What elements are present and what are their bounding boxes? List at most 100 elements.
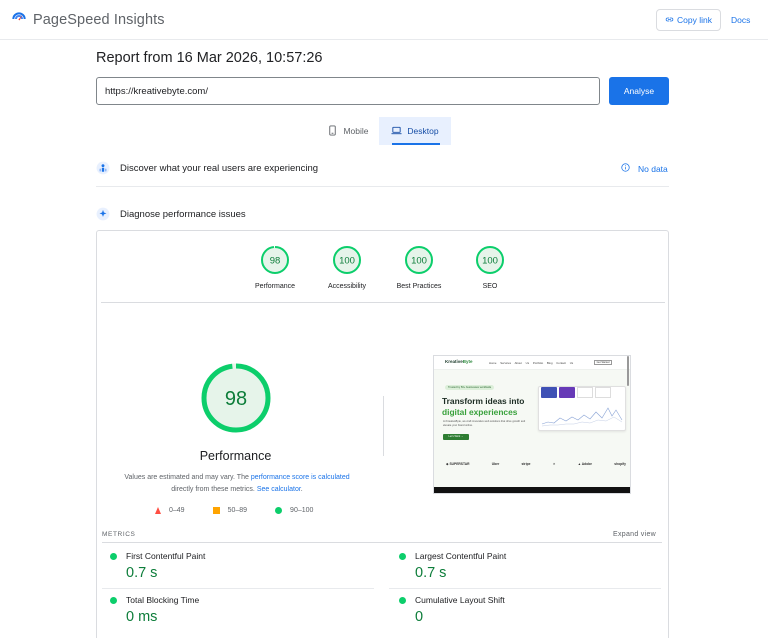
score-gauge-value: 100 <box>411 256 427 267</box>
no-data-info[interactable]: No data <box>621 163 668 174</box>
url-input[interactable] <box>96 77 600 105</box>
score-gauge-ring: 100 <box>405 246 433 274</box>
metric-value: 0 <box>415 609 424 625</box>
metric-name: First Contentful Paint <box>126 551 206 561</box>
fail-triangle-icon <box>155 507 161 514</box>
pass-circle-icon <box>399 597 406 604</box>
score-gauge-value: 98 <box>270 256 281 267</box>
lighthouse-report-card: 98 Performance 100 Accessibility 100 Best Pra… <box>96 230 669 638</box>
average-square-icon <box>212 507 220 514</box>
score-gauge-value: 100 <box>339 256 355 267</box>
score-gauge-value: 100 <box>482 256 498 267</box>
thumb-dashboard-card <box>559 387 575 398</box>
thumb-dashboard-chart <box>541 407 623 427</box>
score-gauge-label: Best Practices <box>396 283 442 290</box>
pass-circle-icon <box>110 553 117 560</box>
expand-view-toggle[interactable]: Expand view <box>613 531 656 538</box>
score-gauge-ring: 100 <box>333 246 361 274</box>
vertical-divider <box>383 396 384 456</box>
legend-average: 50–89 <box>212 507 248 514</box>
thumb-headline-1: Transform ideas into <box>442 396 525 406</box>
thumb-logo-main: Kreative <box>445 359 463 364</box>
link-icon <box>665 15 677 26</box>
performance-description: Values are estimated and may vary. The p… <box>121 472 353 496</box>
pass-circle-icon <box>399 553 406 560</box>
thumb-headline: Transform ideas into digital experiences <box>442 396 524 418</box>
score-gauge-label: Accessibility <box>327 283 367 290</box>
metric-name: Cumulative Layout Shift <box>415 595 505 605</box>
metric-value: 0.7 s <box>126 565 158 581</box>
diagnose-section-title: Diagnose performance issues <box>120 208 246 220</box>
thumb-headline-2: digital experiences <box>442 407 518 417</box>
thumb-get-started-button: Get Started <box>594 360 612 365</box>
final-screenshot-thumbnail[interactable]: KreativeByte Home Services About Us Port… <box>433 355 631 494</box>
metric-value: 0 ms <box>126 609 158 625</box>
tab-active-indicator <box>392 143 440 145</box>
tab-desktop-label: Desktop <box>407 126 439 136</box>
laptop-icon <box>391 125 407 138</box>
score-gauge-performance[interactable]: 98 Performance <box>240 245 310 290</box>
thumb-client-logos: ◆ SUPERSTAR Uber stripe ✕ ▲ Adobe shopify <box>446 462 626 466</box>
performance-desc-text-1: Values are estimated and may vary. The <box>124 474 251 481</box>
performance-gauge: 98 <box>200 362 272 434</box>
score-gauge-label: Performance <box>254 283 296 290</box>
thumb-logo-accent: Byte <box>462 359 473 364</box>
pass-circle-icon <box>275 507 283 514</box>
performance-score-link[interactable]: performance score is calculated <box>251 474 350 481</box>
app-logo[interactable]: PageSpeed Insights <box>11 9 165 30</box>
thumb-subtext: At KreativeByte, we craft innovative web… <box>443 420 526 427</box>
score-gauge-seo[interactable]: 100 SEO <box>455 245 525 290</box>
legend-pass-label: 90–100 <box>290 507 314 514</box>
tab-mobile-label: Mobile <box>343 126 369 136</box>
performance-desc-text-2: directly from these metrics. <box>171 486 257 493</box>
docs-link[interactable]: Docs <box>731 15 750 25</box>
legend-fail: 0–49 <box>155 507 185 514</box>
thumb-client-logo: shopify <box>614 462 626 466</box>
analyse-button[interactable]: Analyse <box>609 77 669 105</box>
legend-pass: 90–100 <box>275 507 313 514</box>
metrics-title: METRICS <box>102 531 136 538</box>
app-title: PageSpeed Insights <box>33 11 165 28</box>
legend-average-label: 50–89 <box>227 507 248 514</box>
see-calculator-link[interactable]: See calculator <box>257 486 301 493</box>
thumb-logo: KreativeByte <box>445 359 473 364</box>
thumb-dashboard-card <box>541 387 557 398</box>
score-gauge-ring: 98 <box>261 246 289 274</box>
report-title: Report from 16 Mar 2026, 10:57:26 <box>96 50 323 66</box>
metric-name: Total Blocking Time <box>126 595 200 605</box>
performance-title: Performance <box>199 449 272 463</box>
score-gauge-best-practices[interactable]: 100 Best Practices <box>384 245 454 290</box>
metric-value: 0.7 s <box>415 565 447 581</box>
pagespeed-logo-icon <box>11 9 27 30</box>
tab-desktop[interactable]: Desktop <box>379 117 451 145</box>
legend-fail-label: 0–49 <box>169 507 185 514</box>
metrics-divider <box>102 542 662 543</box>
info-icon <box>621 163 638 174</box>
crux-users-icon <box>96 161 110 175</box>
performance-gauge-value: 98 <box>225 388 247 410</box>
tab-mobile[interactable]: Mobile <box>318 117 378 145</box>
performance-desc-text-3: . <box>300 486 303 493</box>
score-legend: 0–49 50–89 90–100 <box>155 507 341 514</box>
metric-divider <box>102 588 374 589</box>
card-divider <box>101 302 665 303</box>
pass-circle-icon <box>110 597 117 604</box>
thumb-nav-items: Home Services About Us Portfolio Blog Co… <box>489 361 574 365</box>
top-bar: PageSpeed Insights Copy link Docs <box>0 0 768 40</box>
smartphone-icon <box>327 124 343 138</box>
thumb-scrollbar <box>627 356 629 386</box>
thumb-dashboard-card <box>577 387 593 398</box>
copy-link-button[interactable]: Copy link <box>656 9 721 31</box>
thumb-client-logo: ◆ SUPERSTAR <box>446 462 470 466</box>
score-gauges: 98 Performance 100 Accessibility 100 Best Pra… <box>97 231 668 303</box>
thumb-cta-button: Let's Work → <box>443 434 469 440</box>
discover-section-header[interactable]: Discover what your real users are experi… <box>96 160 669 176</box>
thumb-client-logo: stripe <box>521 462 531 466</box>
lighthouse-icon <box>96 207 110 221</box>
diagnose-section-header: Diagnose performance issues <box>96 206 669 222</box>
thumb-tagline: Trusted by 50+ businesses worldwide <box>445 385 495 390</box>
copy-link-label: Copy link <box>677 15 712 25</box>
score-gauge-accessibility[interactable]: 100 Accessibility <box>312 245 382 290</box>
score-gauge-ring: 100 <box>476 246 504 274</box>
no-data-label: No data <box>638 163 668 174</box>
